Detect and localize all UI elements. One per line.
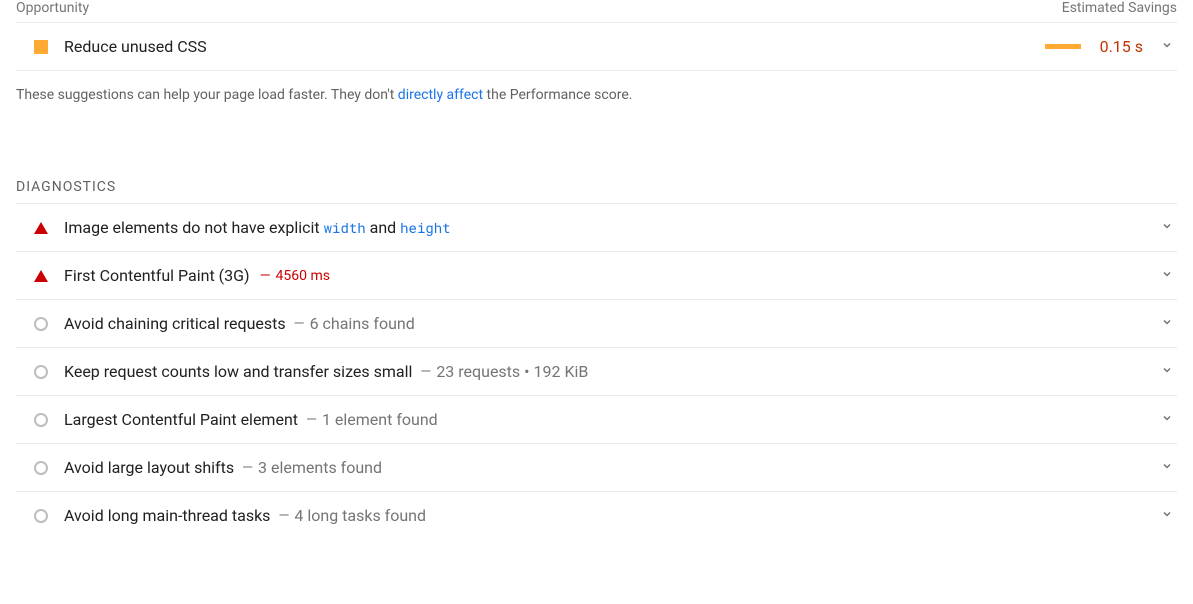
triangle-fail-icon [34,270,48,282]
opportunity-savings: 0.15 s [1093,37,1143,56]
diagnostic-detail: 1 element found [322,410,438,429]
chevron-down-icon [1161,508,1173,523]
dash-separator: — [306,412,317,428]
diagnostic-title: Avoid chaining critical requests [64,314,286,333]
circle-info-icon [34,461,48,475]
dash-separator: — [242,460,253,476]
opportunities-description: These suggestions can help your page loa… [16,71,1177,131]
estimated-savings-label: Estimated Savings [1062,0,1177,16]
diagnostic-title: Largest Contentful Paint element [64,410,298,429]
diagnostic-title: Image elements do not have explicit widt… [64,218,451,237]
circle-info-icon [34,317,48,331]
chevron-down-icon [1161,39,1173,54]
chevron-down-icon [1161,316,1173,331]
chevron-down-icon [1161,412,1173,427]
savings-bar-icon [1045,44,1081,49]
diagnostics-heading: DIAGNOSTICS [16,131,1177,203]
diagnostic-row[interactable]: Avoid long main-thread tasks — 4 long ta… [16,491,1177,539]
triangle-fail-icon [34,222,48,234]
diagnostic-detail: 4 long tasks found [294,506,426,525]
diagnostic-row[interactable]: Image elements do not have explicit widt… [16,203,1177,251]
chevron-down-icon [1161,364,1173,379]
dash-separator: — [420,364,431,380]
chevron-down-icon [1161,460,1173,475]
diagnostic-row[interactable]: First Contentful Paint (3G) — 4560 ms [16,251,1177,299]
diagnostic-title: Avoid long main-thread tasks [64,506,270,525]
diagnostic-title: Avoid large layout shifts [64,458,234,477]
diagnostic-row[interactable]: Largest Contentful Paint element — 1 ele… [16,395,1177,443]
diagnostic-row[interactable]: Avoid large layout shifts — 3 elements f… [16,443,1177,491]
diagnostic-row[interactable]: Keep request counts low and transfer siz… [16,347,1177,395]
diagnostic-title: Keep request counts low and transfer siz… [64,362,412,381]
diagnostic-title: First Contentful Paint (3G) [64,266,250,285]
dash-separator: — [294,316,305,332]
diagnostic-row[interactable]: Avoid chaining critical requests — 6 cha… [16,299,1177,347]
diagnostic-value: 4560 ms [276,268,330,284]
code-width: width [324,218,366,237]
chevron-down-icon [1161,220,1173,235]
circle-info-icon [34,413,48,427]
chevron-down-icon [1161,268,1173,283]
opportunity-title: Reduce unused CSS [64,37,1045,56]
diagnostic-detail: 3 elements found [258,458,382,477]
description-link[interactable]: directly affect [398,87,483,103]
circle-info-icon [34,509,48,523]
code-height: height [400,218,450,237]
dash-separator: — [278,508,289,524]
opportunity-label: Opportunity [16,0,89,16]
opportunity-row[interactable]: Reduce unused CSS 0.15 s [16,23,1177,71]
square-warning-icon [34,40,48,54]
opportunities-header: Opportunity Estimated Savings [16,0,1177,23]
circle-info-icon [34,365,48,379]
dash-separator: — [260,268,271,284]
diagnostic-detail: 6 chains found [310,314,415,333]
diagnostic-detail: 23 requests • 192 KiB [436,362,588,381]
